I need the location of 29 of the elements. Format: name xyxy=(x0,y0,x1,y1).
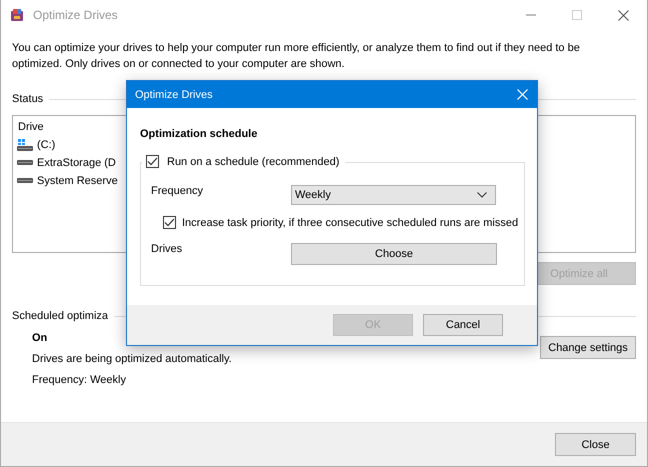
choose-button[interactable]: Choose xyxy=(291,243,497,265)
schedule-frequency: Frequency: Weekly xyxy=(32,374,127,386)
drive-icon xyxy=(17,160,33,166)
app-icon xyxy=(9,7,25,23)
drive-list-item[interactable]: ExtraStorage (D xyxy=(37,156,116,168)
frequency-dropdown[interactable]: Weekly xyxy=(291,185,496,205)
schedule-checkbox[interactable]: Run on a schedule (recommended) xyxy=(142,155,346,168)
description-text: You can optimize your drives to help your computer run more efficiently, or analyze them to find out if they need to be optimized. Only drives on or connected to your computer are shown. xyxy=(12,41,581,72)
frequency-label: Frequency xyxy=(151,185,204,197)
drive-icon xyxy=(17,178,33,184)
system-drive-icon xyxy=(17,138,33,152)
close-icon[interactable] xyxy=(618,10,629,20)
status-label: Status xyxy=(12,93,44,105)
drive-list-item[interactable]: System Reserve xyxy=(37,174,118,186)
drives-label: Drives xyxy=(151,243,184,255)
window-title: Optimize Drives xyxy=(33,8,118,22)
close-button[interactable]: Close xyxy=(555,433,636,456)
dialog-title: Optimize Drives xyxy=(135,88,213,100)
schedule-message: Drives are being optimized automatically. xyxy=(32,353,232,365)
cancel-button[interactable]: Cancel xyxy=(423,314,503,336)
scheduled-heading: Scheduled optimiza xyxy=(12,310,108,322)
dialog-heading: Optimization schedule xyxy=(140,128,258,140)
priority-checkbox[interactable]: Increase task priority, if three consecutive scheduled runs are missed xyxy=(163,216,518,229)
change-settings-button[interactable]: Change settings xyxy=(540,336,636,359)
checkbox[interactable] xyxy=(163,216,176,229)
schedule-state: On xyxy=(32,332,48,344)
chevron-down-icon xyxy=(477,192,487,198)
checkbox[interactable] xyxy=(146,155,159,168)
drive-list-item[interactable]: (C:) xyxy=(37,138,56,150)
